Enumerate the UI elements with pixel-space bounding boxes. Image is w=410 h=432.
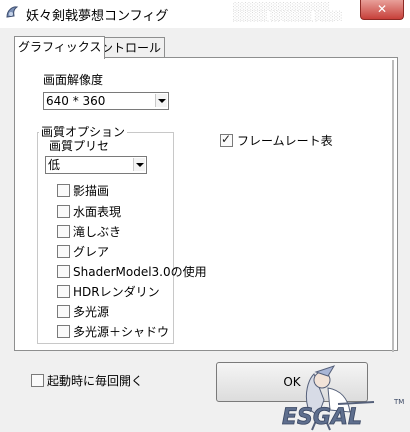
close-button[interactable]: ✕ bbox=[360, 0, 404, 20]
option-checkbox-hdr[interactable] bbox=[57, 285, 70, 298]
trademark-mark: TM bbox=[393, 398, 404, 406]
quality-preset-label: 画質プリセ bbox=[49, 139, 110, 153]
option-label-multi-light-shadow: 多光源＋シャドウ bbox=[73, 325, 170, 339]
option-checkbox-shadermodel[interactable] bbox=[57, 265, 70, 278]
app-icon bbox=[6, 6, 19, 18]
option-checkbox-shadow[interactable] bbox=[57, 184, 70, 197]
graphics-panel: 画面解像度 640 * 360 画質オプション 画質プリセ 低 影描画 水面表現… bbox=[14, 57, 398, 351]
framerate-label: フレームレート表 bbox=[237, 134, 333, 148]
quality-preset-dropdown[interactable]: 低 bbox=[45, 156, 147, 174]
option-checkbox-waterfall-spray[interactable] bbox=[57, 225, 70, 238]
resolution-dropdown[interactable]: 640 * 360 bbox=[43, 92, 169, 110]
option-checkbox-glare[interactable] bbox=[57, 245, 70, 258]
resolution-label: 画面解像度 bbox=[43, 73, 104, 87]
esgal-watermark: ESGAL TM bbox=[282, 365, 404, 430]
option-label-shadermodel: ShaderModel3.0の使用 bbox=[73, 265, 207, 279]
config-window: 妖々剣戟夢想コンフィグ ░░░░░░░░░░░░░░ ░░░░░ ░░░░░░ … bbox=[0, 0, 410, 432]
title-bar-faded-text: ░░░░░░░░░░░░░░ ░░░░░ ░░░░░░ ░░░░ ░░░░░░░… bbox=[233, 2, 343, 22]
close-icon: ✕ bbox=[376, 2, 388, 16]
chevron-down-icon bbox=[133, 158, 145, 171]
quality-preset-value: 低 bbox=[48, 158, 61, 172]
esgal-logo-text: ESGAL bbox=[282, 405, 362, 430]
option-checkbox-multi-light-shadow[interactable] bbox=[57, 325, 70, 338]
panel-edge-line bbox=[392, 60, 394, 352]
tab-graphics-label: グラフィックス bbox=[18, 40, 102, 54]
startup-checkbox[interactable] bbox=[31, 374, 44, 387]
startup-label: 起動時に毎回開く bbox=[47, 374, 144, 388]
resolution-value: 640 * 360 bbox=[46, 94, 106, 108]
tab-graphics[interactable]: グラフィックス bbox=[14, 36, 106, 59]
window-title: 妖々剣戟夢想コンフィグ bbox=[26, 9, 169, 24]
option-label-hdr: HDRレンダリン bbox=[73, 285, 160, 299]
option-label-water: 水面表現 bbox=[73, 205, 122, 219]
title-bar: 妖々剣戟夢想コンフィグ ░░░░░░░░░░░░░░ ░░░░░ ░░░░░░ … bbox=[0, 0, 410, 28]
option-label-glare: グレア bbox=[73, 245, 110, 259]
option-label-shadow: 影描画 bbox=[73, 184, 110, 198]
chevron-down-icon bbox=[155, 94, 167, 107]
framerate-checkbox[interactable] bbox=[220, 132, 233, 147]
option-checkbox-water[interactable] bbox=[57, 205, 70, 218]
option-label-multi-light: 多光源 bbox=[73, 305, 110, 319]
option-checkbox-multi-light[interactable] bbox=[57, 305, 70, 318]
option-label-waterfall-spray: 滝しぶき bbox=[73, 225, 122, 239]
